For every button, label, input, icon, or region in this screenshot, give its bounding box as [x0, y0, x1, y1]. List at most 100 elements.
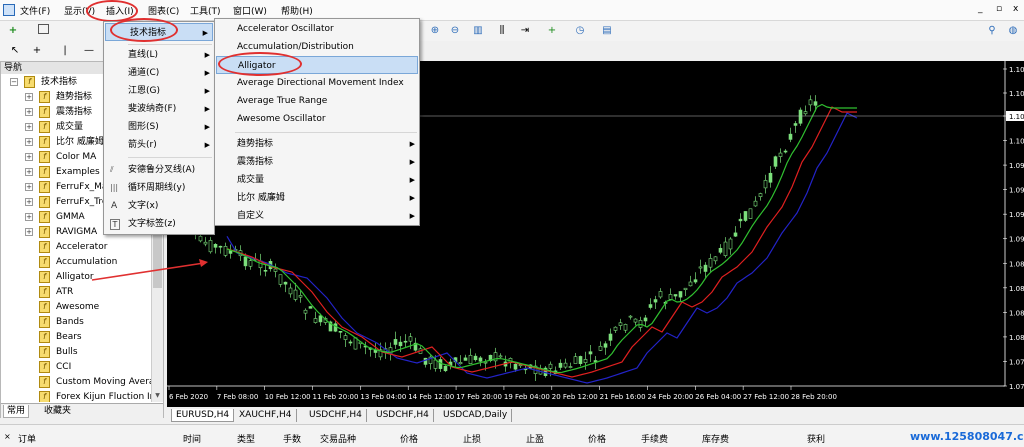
expand-icon[interactable]: +	[25, 138, 33, 146]
new-order-icon[interactable]: +	[6, 24, 20, 38]
menu-tools[interactable]: 工具(T)	[190, 4, 221, 17]
tree-item[interactable]: f Bands	[1, 315, 151, 330]
column-header[interactable]: 交易品种	[320, 432, 356, 445]
menu-item-label: 循环周期线(y)	[128, 183, 186, 193]
scroll-down-icon[interactable]: ▼	[153, 392, 162, 400]
collapse-icon[interactable]: −	[10, 78, 18, 86]
period-bars-icon[interactable]: ⫼	[495, 24, 509, 38]
expand-icon[interactable]: +	[25, 198, 33, 206]
expand-icon[interactable]: +	[25, 108, 33, 116]
chart-tab[interactable]: USDCHF,H4	[305, 409, 367, 422]
submenu-oscillators[interactable]: 震荡指标 ▶	[215, 153, 419, 171]
expand-icon[interactable]: +	[25, 123, 33, 131]
tree-item[interactable]: f Forex Kijun Fluction In	[1, 390, 151, 402]
column-header[interactable]: 止盈	[526, 432, 544, 445]
close-window-button[interactable]: x	[1013, 4, 1018, 14]
tree-label: Accelerator	[56, 242, 108, 252]
submenu-arrow-icon: ▶	[204, 51, 210, 59]
column-header[interactable]: 价格	[588, 432, 606, 445]
menu-charts[interactable]: 图表(C)	[148, 4, 179, 17]
indicator-icon: f	[39, 121, 50, 133]
tile-icon[interactable]: ▥	[471, 24, 485, 38]
time-label: 17 Feb 20:00	[456, 393, 502, 401]
candle-body	[588, 351, 593, 355]
insert-cycle-lines-item[interactable]: ||| 循环周期线(y)	[104, 179, 214, 197]
menu-help[interactable]: 帮助(H)	[281, 4, 313, 17]
zoom-out-icon[interactable]: ⊖	[448, 24, 462, 38]
indicator-icon: f	[39, 316, 50, 328]
menu-item-label: 成交量	[237, 175, 265, 185]
horizontal-line-icon[interactable]: —	[82, 44, 96, 58]
insert-arrows-item[interactable]: 箭头(r) ▶	[104, 136, 214, 154]
expand-icon[interactable]: +	[25, 213, 33, 221]
terminal-close-icon[interactable]: ×	[4, 432, 11, 441]
insert-channels-item[interactable]: 通道(C) ▶	[104, 64, 214, 82]
column-header[interactable]: 止损	[463, 432, 481, 445]
crosshair-icon[interactable]: +	[30, 44, 44, 58]
insert-text-label-item[interactable]: T 文字标签(z)	[104, 215, 214, 233]
expand-icon[interactable]: +	[25, 168, 33, 176]
expand-icon[interactable]: +	[25, 93, 33, 101]
indicator-icon: f	[39, 271, 50, 283]
column-header[interactable]: 手续费	[641, 432, 668, 445]
column-header[interactable]: 类型	[237, 432, 255, 445]
submenu-volumes[interactable]: 成交量 ▶	[215, 171, 419, 189]
expand-icon[interactable]: +	[25, 153, 33, 161]
minimize-button[interactable]: _	[978, 4, 983, 14]
column-header[interactable]: 获利	[807, 432, 825, 445]
tree-label: FerruFx_Tre	[56, 197, 108, 207]
insert-gann-item[interactable]: 江恩(G) ▶	[104, 82, 214, 100]
candle-body	[723, 241, 728, 256]
search-icon[interactable]: ⚲	[985, 24, 999, 38]
templates-icon[interactable]: ▤	[600, 24, 614, 38]
insert-andrews-pitchfork-item[interactable]: ⫽ 安德鲁分叉线(A)	[104, 161, 214, 179]
column-header[interactable]: 时间	[183, 432, 201, 445]
cursor-icon[interactable]: ↖	[8, 44, 22, 58]
tree-label: RAVIGMA	[56, 227, 98, 237]
insert-shapes-item[interactable]: 图形(S) ▶	[104, 118, 214, 136]
column-header[interactable]: 手数	[283, 432, 301, 445]
chart-tab[interactable]: USDCHF,H4	[372, 409, 434, 422]
candle-body	[638, 320, 643, 328]
indicators-icon[interactable]: +	[545, 24, 559, 38]
chart-tab[interactable]: USDCAD,Daily	[439, 409, 513, 422]
insert-fibonacci-item[interactable]: 斐波纳奇(F) ▶	[104, 100, 214, 118]
submenu-bill-williams[interactable]: 比尔 威廉姆 ▶	[215, 189, 419, 207]
restore-button[interactable]: ▫	[996, 4, 1002, 14]
column-header[interactable]: 库存费	[702, 432, 729, 445]
profiles-icon[interactable]	[38, 24, 49, 34]
submenu-custom[interactable]: 自定义 ▶	[215, 207, 419, 225]
tree-item[interactable]: f Bulls	[1, 345, 151, 360]
submenu-arrow-icon: ▶	[409, 176, 415, 184]
indicator-adx[interactable]: Average Directional Movement Index	[215, 74, 419, 92]
column-header[interactable]: 价格	[400, 432, 418, 445]
menu-file[interactable]: 文件(F)	[20, 4, 50, 17]
chat-icon[interactable]: ◍	[1006, 24, 1020, 38]
tree-item[interactable]: f CCI	[1, 360, 151, 375]
autoscroll-icon[interactable]: ⇥	[518, 24, 532, 38]
insert-text-item[interactable]: A 文字(x)	[104, 197, 214, 215]
chart-tab[interactable]: EURUSD,H4	[171, 409, 235, 422]
tree-item[interactable]: f Accelerator	[1, 240, 151, 255]
indicator-accelerator[interactable]: Accelerator Oscillator	[215, 20, 419, 38]
periods-clock-icon[interactable]: ◷	[573, 24, 587, 38]
chart-tab[interactable]: XAUCHF,H4	[235, 409, 297, 422]
menu-window[interactable]: 窗口(W)	[233, 4, 267, 17]
tree-item[interactable]: f Custom Moving Avera	[1, 375, 151, 390]
menu-item-label: 通道(C)	[128, 68, 160, 78]
tab-common[interactable]: 常用	[3, 405, 30, 418]
expand-icon[interactable]: +	[25, 228, 33, 236]
submenu-trend[interactable]: 趋势指标 ▶	[215, 135, 419, 153]
indicator-awesome[interactable]: Awesome Oscillator	[215, 110, 419, 128]
indicator-atr[interactable]: Average True Range	[215, 92, 419, 110]
expand-icon[interactable]: +	[25, 183, 33, 191]
zoom-in-icon[interactable]: ⊕	[428, 24, 442, 38]
tree-item[interactable]: f Awesome	[1, 300, 151, 315]
candle-body	[668, 294, 673, 300]
vertical-line-icon[interactable]: |	[58, 44, 72, 58]
column-header[interactable]: 订单	[18, 432, 36, 445]
tree-item[interactable]: f ATR	[1, 285, 151, 300]
tree-item[interactable]: f Bears	[1, 330, 151, 345]
insert-lines-item[interactable]: 直线(L) ▶	[104, 46, 214, 64]
tab-favorites[interactable]: 收藏夹	[41, 405, 74, 418]
